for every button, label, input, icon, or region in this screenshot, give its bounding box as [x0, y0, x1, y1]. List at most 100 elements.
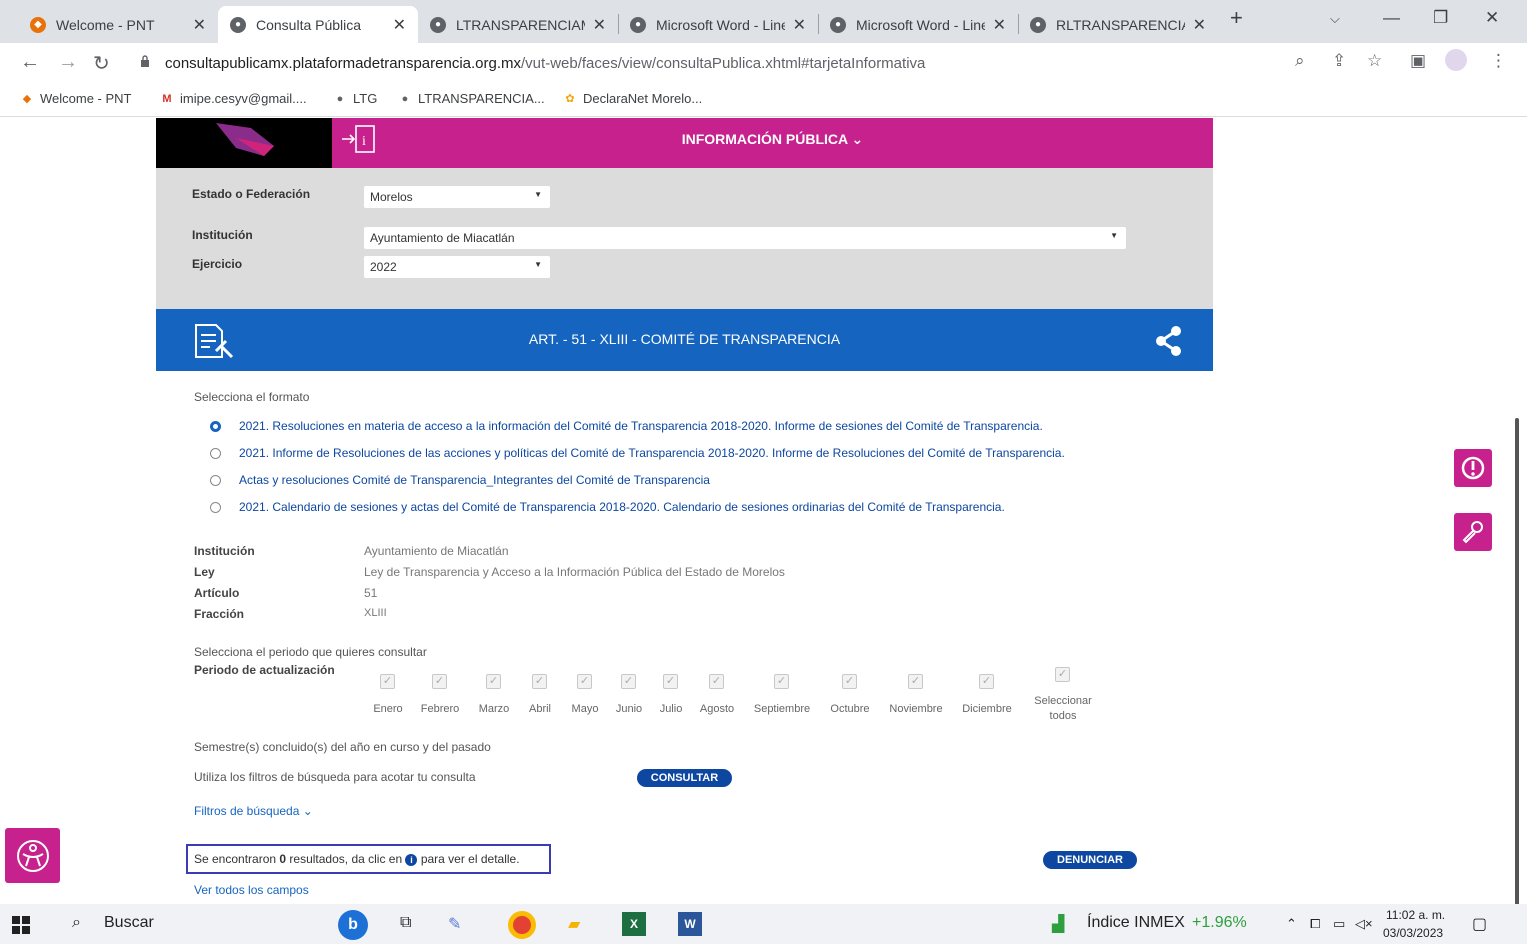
wrench-icon: [1462, 521, 1483, 544]
zoom-icon[interactable]: ⌕: [1295, 51, 1305, 71]
chrome-icon[interactable]: [508, 911, 536, 939]
page-title[interactable]: INFORMACIÓN PÚBLICA ⌄: [332, 131, 1213, 148]
accessibility-button[interactable]: [5, 828, 60, 883]
network-icon[interactable]: ▭: [1333, 916, 1345, 932]
profile-avatar[interactable]: [1445, 49, 1467, 71]
tab-search-chevron-icon[interactable]: ⌵: [1330, 11, 1340, 27]
search-filters-link[interactable]: Filtros de búsqueda ⌄: [194, 804, 313, 818]
filter-panel: Estado o Federación Morelos ▼ Institución…: [156, 168, 1213, 309]
radio-button[interactable]: [210, 447, 221, 459]
tools-button[interactable]: [1454, 513, 1492, 551]
declaranet-icon: ✿: [565, 93, 575, 105]
month-checkbox[interactable]: ✓: [663, 674, 678, 689]
public-info-header[interactable]: i INFORMACIÓN PÚBLICA ⌄: [332, 118, 1213, 168]
ver-todos-link[interactable]: Ver todos los campos: [194, 883, 309, 897]
tray-chevron-icon[interactable]: ⌃: [1286, 916, 1297, 932]
stock-index-label[interactable]: Índice INMEX: [1087, 914, 1185, 932]
forward-arrow-icon[interactable]: →: [58, 51, 78, 74]
scrollbar[interactable]: [1515, 418, 1519, 904]
month-checkbox[interactable]: ✓: [532, 674, 547, 689]
gmail-icon: M: [162, 92, 172, 105]
bookmark-ltransparencia[interactable]: ● LTRANSPARENCIA...: [398, 91, 545, 106]
tab-ltransparencia[interactable]: ● LTRANSPARENCIAMO ✕: [418, 6, 618, 43]
alert-button[interactable]: [1454, 449, 1492, 487]
bookmark-declaranet[interactable]: ✿ DeclaraNet Morelo...: [563, 91, 702, 106]
info-circle-icon[interactable]: i: [405, 854, 418, 866]
share-icon[interactable]: ⇪: [1332, 51, 1346, 71]
back-arrow-icon[interactable]: ←: [20, 51, 40, 74]
close-icon[interactable]: ✕: [993, 15, 1006, 35]
url-text: consultapublicamx.plataformadetransparen…: [165, 55, 926, 72]
month-checkbox[interactable]: ✓: [577, 674, 592, 689]
radio-button[interactable]: [210, 501, 221, 513]
alert-circle-icon: [1461, 456, 1485, 480]
bookmark-ltg[interactable]: ● LTG: [333, 91, 378, 106]
windows-start-icon[interactable]: [12, 916, 30, 934]
globe-icon: ●: [230, 16, 246, 33]
ejercicio-select[interactable]: 2022 ▼: [364, 256, 550, 278]
reload-icon[interactable]: ↻: [93, 51, 110, 76]
period-label: Periodo de actualización: [194, 663, 335, 677]
month-checkbox[interactable]: ✓: [979, 674, 994, 689]
format-option[interactable]: 2021. Informe de Resoluciones de las acc…: [210, 446, 1065, 460]
menu-kebab-icon[interactable]: ⋮: [1490, 51, 1507, 71]
tab-rltransparencia[interactable]: ● RLTRANSPARENCIAM ✕: [1018, 6, 1218, 43]
search-icon[interactable]: ⌕: [72, 914, 81, 932]
radio-button-selected[interactable]: [210, 420, 221, 432]
site-logo: [156, 118, 332, 168]
institucion-select[interactable]: Ayuntamiento de Miacatlán ▼: [364, 227, 1126, 249]
format-option[interactable]: 2021. Resoluciones en materia de acceso …: [210, 419, 1043, 433]
bookmark-gmail[interactable]: M imipe.cesyv@gmail....: [160, 91, 306, 106]
month-checkbox[interactable]: ✓: [709, 674, 724, 689]
word-icon[interactable]: W: [678, 912, 702, 936]
bookmark-welcome-pnt[interactable]: ◆ Welcome - PNT: [20, 91, 132, 106]
month-checkbox[interactable]: ✓: [486, 674, 501, 689]
clock-date[interactable]: 03/03/2023: [1383, 926, 1443, 940]
info-institucion-value: Ayuntamiento de Miacatlán: [364, 544, 509, 558]
tab-consulta-publica[interactable]: ● Consulta Pública ✕: [218, 6, 418, 43]
denunciar-button[interactable]: DENUNCIAR: [1043, 851, 1137, 869]
notifications-icon[interactable]: ▢: [1472, 914, 1487, 934]
pnt-icon: ◆: [30, 16, 46, 33]
taskbar-search-box[interactable]: Buscar: [104, 914, 154, 932]
logo-shape: [216, 123, 274, 156]
select-all-checkbox[interactable]: ✓: [1055, 667, 1070, 682]
restore-icon[interactable]: ❐: [1433, 8, 1448, 28]
close-icon[interactable]: ✕: [593, 15, 606, 35]
month-checkbox[interactable]: ✓: [774, 674, 789, 689]
tab-welcome-pnt[interactable]: ◆ Welcome - PNT ✕: [18, 6, 218, 43]
month-checkbox[interactable]: ✓: [908, 674, 923, 689]
globe-icon: ●: [430, 16, 446, 33]
close-icon[interactable]: ✕: [793, 15, 806, 35]
consultar-button[interactable]: CONSULTAR: [637, 769, 732, 787]
month-checkbox[interactable]: ✓: [380, 674, 395, 689]
bing-icon[interactable]: b: [338, 910, 368, 940]
close-window-icon[interactable]: ✕: [1485, 8, 1499, 28]
close-icon[interactable]: ✕: [393, 15, 406, 35]
file-explorer-icon[interactable]: ▰: [568, 914, 580, 934]
tab-word-2[interactable]: ● Microsoft Word - Line ✕: [818, 6, 1018, 43]
minimize-icon[interactable]: —: [1383, 8, 1400, 28]
excel-icon[interactable]: X: [622, 912, 646, 936]
close-icon[interactable]: ✕: [1193, 15, 1206, 35]
format-option[interactable]: Actas y resoluciones Comité de Transpare…: [210, 473, 710, 487]
month-checkbox[interactable]: ✓: [621, 674, 636, 689]
month-checkbox[interactable]: ✓: [842, 674, 857, 689]
share-icon[interactable]: [1154, 325, 1184, 357]
meet-icon[interactable]: ⧠: [1310, 916, 1320, 932]
side-panel-icon[interactable]: ▣: [1410, 51, 1426, 71]
new-tab-plus-icon[interactable]: +: [1230, 5, 1243, 31]
format-option[interactable]: 2021. Calendario de sesiones y actas del…: [210, 500, 1005, 514]
task-view-icon[interactable]: ⧉: [400, 914, 411, 932]
page-content: i INFORMACIÓN PÚBLICA ⌄ Estado o Federac…: [0, 118, 1527, 904]
clock-time[interactable]: 11:02 a. m.: [1386, 908, 1445, 922]
bookmark-star-icon[interactable]: ☆: [1367, 51, 1382, 71]
close-icon[interactable]: ✕: [193, 15, 206, 35]
month-checkbox[interactable]: ✓: [432, 674, 447, 689]
volume-muted-icon[interactable]: ◁×: [1355, 916, 1373, 932]
radio-button[interactable]: [210, 474, 221, 486]
tab-word-1[interactable]: ● Microsoft Word - Line ✕: [618, 6, 818, 43]
month-label: Noviembre: [889, 703, 943, 715]
estado-select[interactable]: Morelos ▼: [364, 186, 550, 208]
paint-icon[interactable]: ✎: [448, 914, 461, 934]
